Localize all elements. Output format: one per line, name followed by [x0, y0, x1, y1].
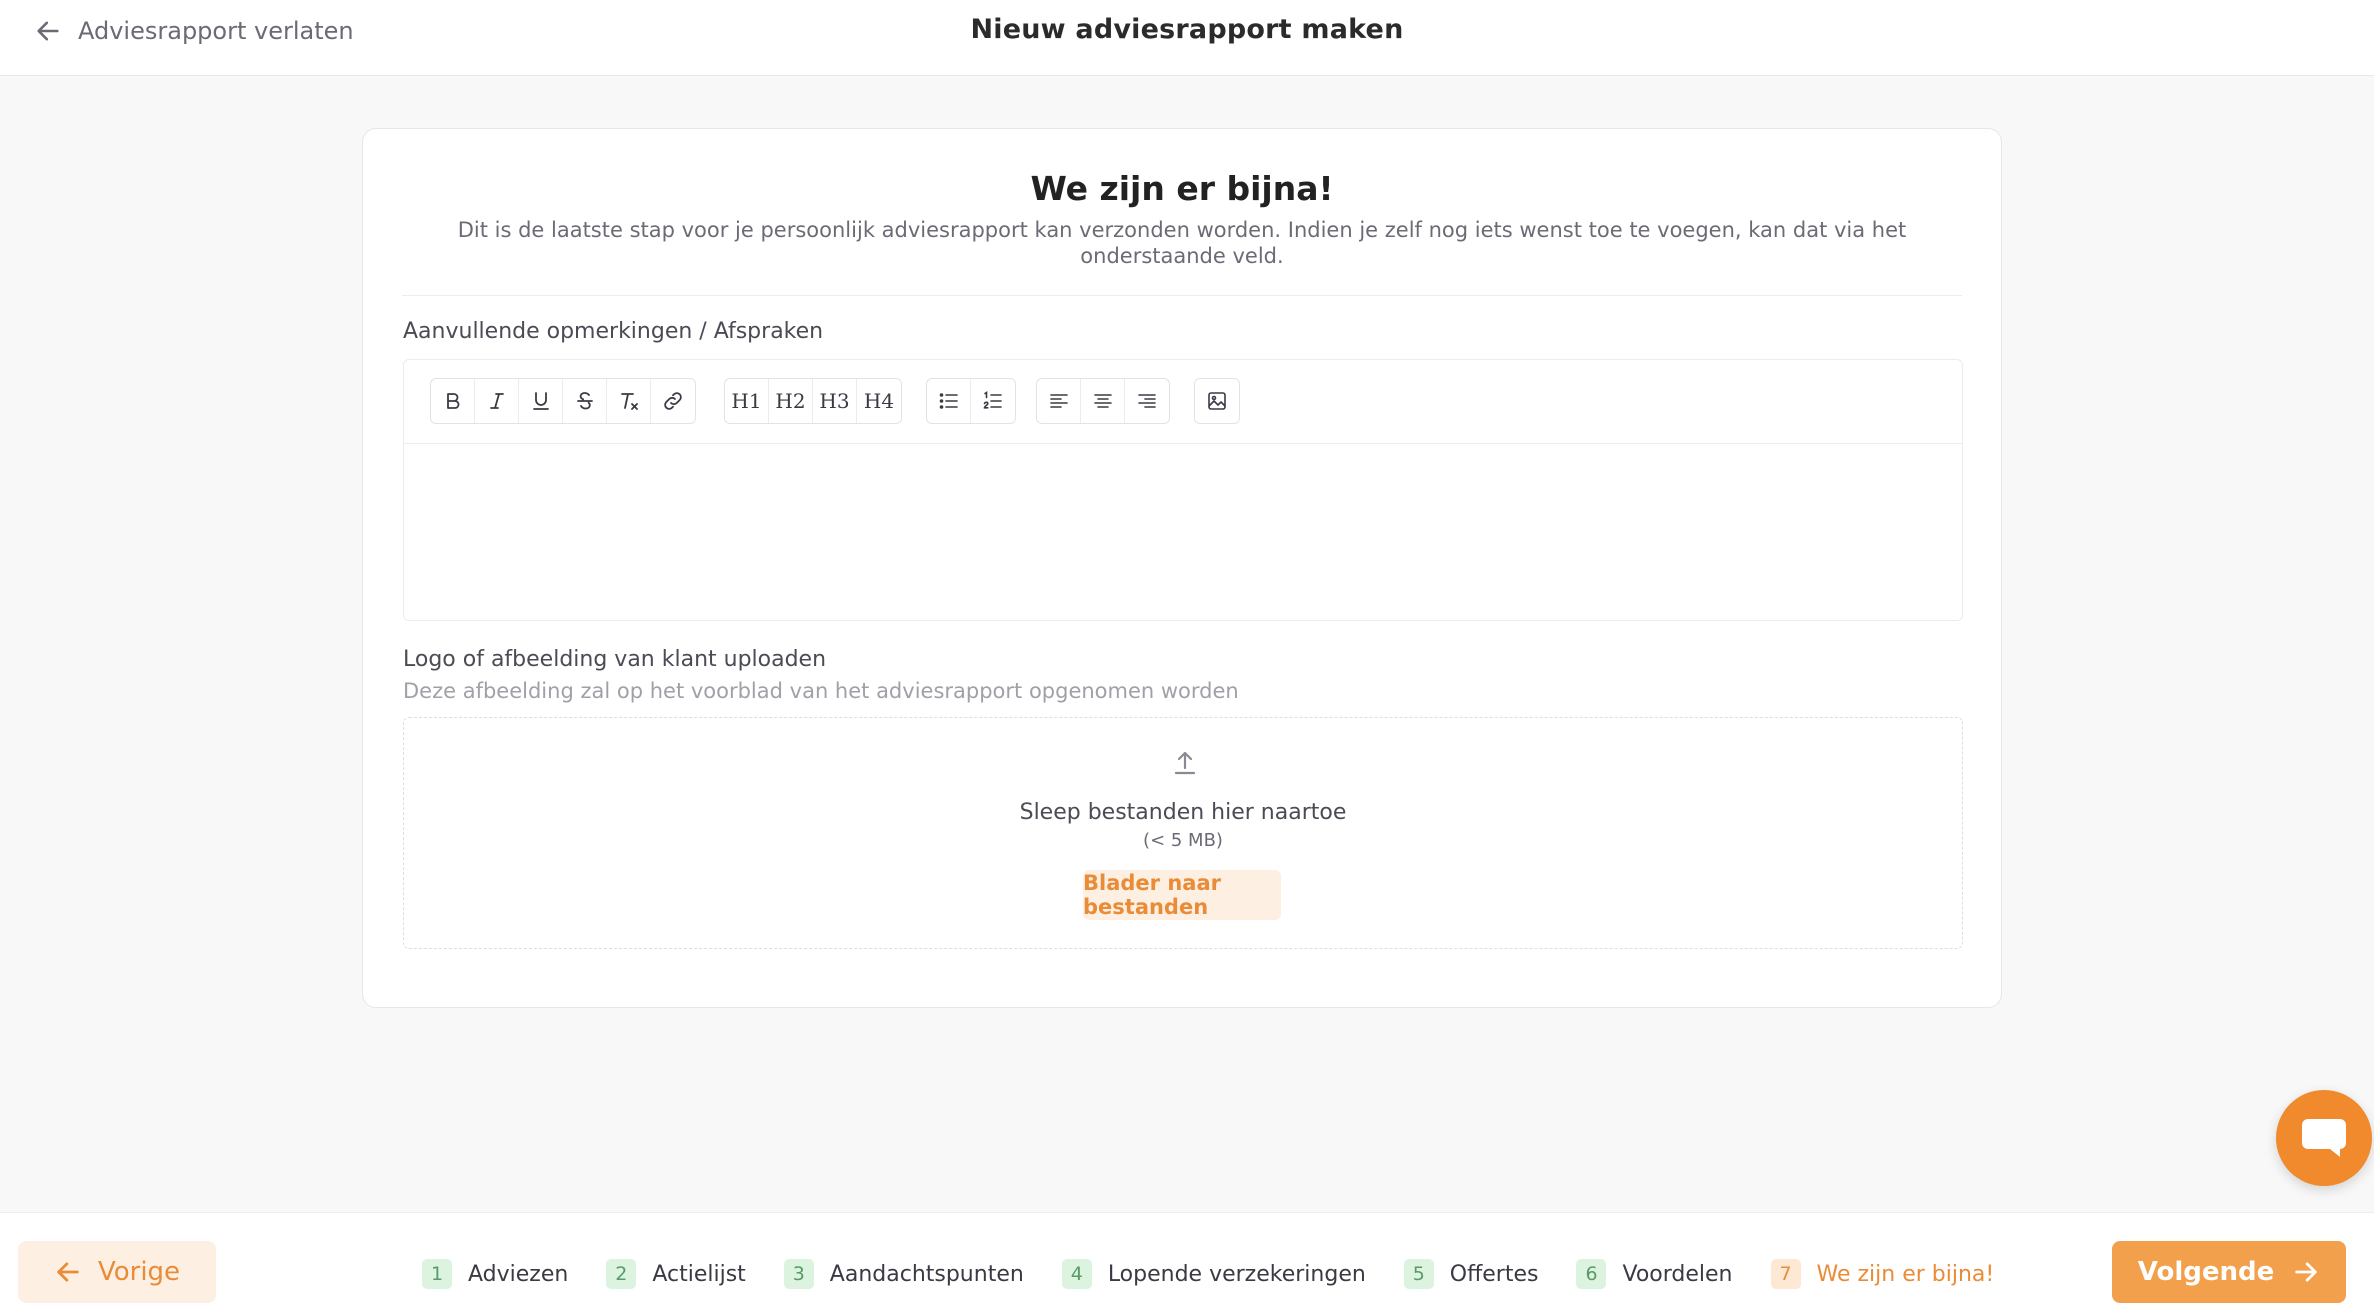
card-subtitle: Dit is de laatste stap voor je persoonli…	[457, 218, 1907, 268]
arrow-right-icon	[2295, 1262, 2317, 1282]
upload-label: Logo of afbeelding van klant uploaden	[403, 647, 827, 672]
step-voordelen[interactable]: 6 Voordelen	[1576, 1259, 1733, 1289]
clear-format-icon[interactable]	[607, 379, 651, 423]
step-label: Actielijst	[652, 1261, 746, 1287]
step-number: 1	[422, 1259, 452, 1289]
media-group	[1194, 378, 1240, 424]
list-group	[926, 378, 1016, 424]
remarks-editor: H1 H2 H3 H4	[403, 359, 1963, 621]
heading-3-button[interactable]: H3	[813, 379, 857, 423]
divider	[402, 295, 1962, 296]
heading-2-label: H2	[775, 389, 806, 413]
next-label: Volgende	[2137, 1257, 2275, 1287]
chat-bubble-icon	[2302, 1119, 2346, 1157]
step-indicator: 1 Adviezen 2 Actielijst 3 Aandachtspunte…	[422, 1257, 2032, 1291]
editor-toolbar: H1 H2 H3 H4	[404, 360, 1962, 444]
next-button[interactable]: Volgende	[2112, 1241, 2346, 1303]
step-number: 4	[1061, 1259, 1092, 1289]
step-label: Adviezen	[468, 1261, 569, 1287]
step-aandachtspunten[interactable]: 3 Aandachtspunten	[783, 1259, 1024, 1289]
align-center-icon[interactable]	[1081, 379, 1125, 423]
align-left-icon[interactable]	[1037, 379, 1081, 423]
step-label: Offertes	[1449, 1261, 1539, 1287]
file-size-limit: (< 5 MB)	[1143, 830, 1223, 851]
bold-icon[interactable]	[431, 379, 475, 423]
previous-label: Vorige	[97, 1257, 181, 1287]
heading-4-label: H4	[863, 389, 895, 413]
report-card: We zijn er bijna! Dit is de laatste stap…	[362, 128, 2002, 1008]
image-icon[interactable]	[1195, 379, 1239, 423]
step-number: 2	[606, 1259, 637, 1289]
align-group	[1036, 378, 1170, 424]
bottom-bar: Vorige 1 Adviezen 2 Actielijst 3 Aandach…	[0, 1212, 2374, 1306]
step-offertes[interactable]: 5 Offertes	[1403, 1259, 1539, 1289]
upload-help-text: Deze afbeelding zal op het voorblad van …	[403, 679, 1239, 703]
underline-icon[interactable]	[519, 379, 563, 423]
strikethrough-icon[interactable]	[563, 379, 607, 423]
step-number: 5	[1403, 1259, 1434, 1289]
arrow-left-icon	[57, 1262, 79, 1282]
drop-text: Sleep bestanden hier naartoe	[1019, 800, 1347, 825]
link-icon[interactable]	[651, 379, 695, 423]
previous-button[interactable]: Vorige	[18, 1241, 216, 1303]
step-label: We zijn er bijna!	[1816, 1261, 1995, 1287]
step-we-zijn-er-bijna[interactable]: 7 We zijn er bijna!	[1770, 1259, 1995, 1289]
heading-4-button[interactable]: H4	[857, 379, 901, 423]
heading-group: H1 H2 H3 H4	[724, 378, 902, 424]
heading-1-button[interactable]: H1	[725, 379, 769, 423]
upload-icon	[1174, 751, 1196, 775]
format-group	[430, 378, 696, 424]
step-number: 6	[1576, 1259, 1607, 1289]
italic-icon[interactable]	[475, 379, 519, 423]
ordered-list-icon[interactable]	[971, 379, 1015, 423]
remarks-label: Aanvullende opmerkingen / Afspraken	[403, 319, 824, 344]
heading-2-button[interactable]: H2	[769, 379, 813, 423]
step-label: Aandachtspunten	[829, 1261, 1024, 1287]
page-title: Nieuw adviesrapport maken	[970, 14, 1404, 45]
heading-3-label: H3	[819, 389, 850, 413]
remarks-textarea[interactable]	[404, 444, 1962, 622]
card-heading: We zijn er bijna!	[1030, 169, 1334, 208]
chat-button[interactable]	[2276, 1090, 2372, 1186]
step-actielijst[interactable]: 2 Actielijst	[606, 1259, 746, 1289]
browse-files-button[interactable]: Blader naar bestanden	[1083, 870, 1281, 920]
step-label: Lopende verzekeringen	[1107, 1261, 1366, 1287]
upload-dropzone[interactable]: Sleep bestanden hier naartoe (< 5 MB) Bl…	[403, 717, 1963, 949]
step-label: Voordelen	[1622, 1261, 1733, 1287]
step-number: 3	[783, 1259, 814, 1289]
step-number: 7	[1770, 1259, 1801, 1289]
top-bar: Adviesrapport verlaten Nieuw adviesrappo…	[0, 0, 2374, 76]
step-adviezen[interactable]: 1 Adviezen	[422, 1259, 568, 1289]
step-lopende-verzekeringen[interactable]: 4 Lopende verzekeringen	[1061, 1259, 1366, 1289]
bullet-list-icon[interactable]	[927, 379, 971, 423]
align-right-icon[interactable]	[1125, 379, 1169, 423]
heading-1-label: H1	[731, 389, 762, 413]
